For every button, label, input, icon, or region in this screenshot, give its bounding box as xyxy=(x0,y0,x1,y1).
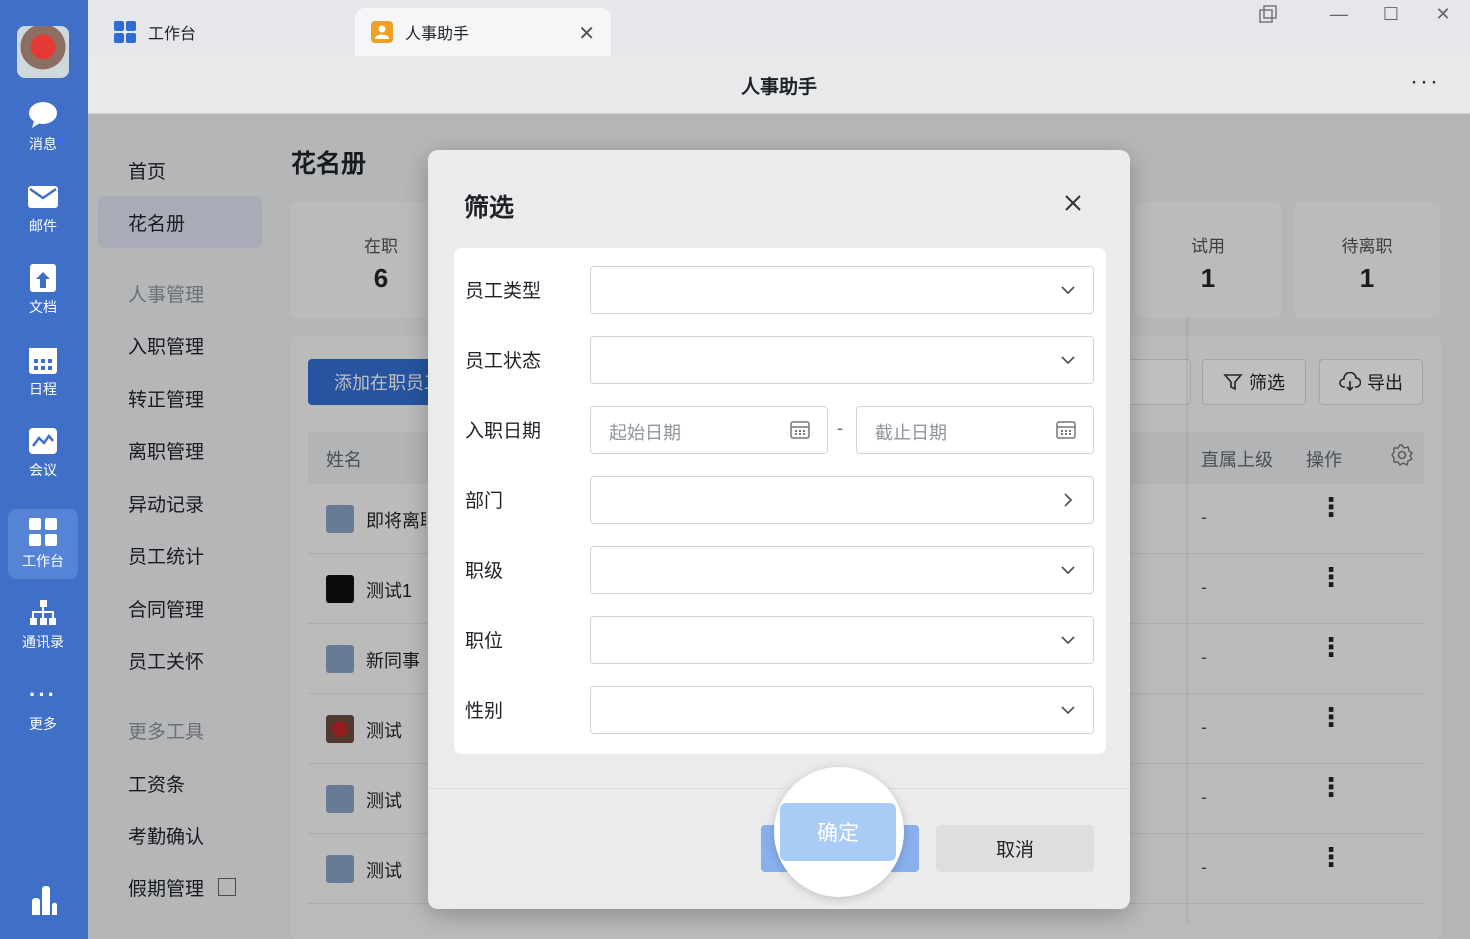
calendar-icon xyxy=(28,345,58,375)
rail-item-workbench[interactable]: 工作台 xyxy=(8,509,78,579)
chevron-down-icon xyxy=(1061,286,1075,295)
user-avatar[interactable] xyxy=(17,26,69,78)
field-position: 职位 xyxy=(454,616,1106,664)
field-label: 员工状态 xyxy=(465,351,542,372)
close-icon[interactable] xyxy=(1058,188,1088,218)
tab-workbench[interactable]: 工作台 xyxy=(98,8,348,56)
stats-icon[interactable] xyxy=(30,885,58,915)
workbench-icon xyxy=(114,21,136,43)
rail-label: 会议 xyxy=(29,462,57,478)
filter-dialog: 筛选 员工类型 员工状态 入职日期 起始日期 - 截止日期 部门 职级 职位 性… xyxy=(428,150,1130,909)
more-icon: ··· xyxy=(29,682,57,707)
tab-label: 工作台 xyxy=(148,26,197,43)
rail-label: 文档 xyxy=(29,299,57,315)
close-window-icon[interactable]: ✕ xyxy=(1428,2,1458,26)
rail-item-docs[interactable]: 文档 xyxy=(8,255,78,325)
employee-type-select[interactable] xyxy=(590,266,1094,314)
field-label: 入职日期 xyxy=(465,421,542,442)
confirm-button[interactable]: 确定 xyxy=(780,803,896,861)
end-date-input[interactable]: 截止日期 xyxy=(856,406,1094,454)
cancel-button[interactable]: 取消 xyxy=(936,825,1094,872)
modal-backdrop-header xyxy=(88,56,1470,114)
field-label: 性别 xyxy=(465,701,504,722)
start-date-input[interactable]: 起始日期 xyxy=(590,406,828,454)
dialog-divider xyxy=(428,788,1130,789)
field-label: 部门 xyxy=(465,491,504,512)
field-hire-date: 入职日期 起始日期 - 截止日期 xyxy=(454,406,1106,454)
date-separator: - xyxy=(837,418,843,438)
close-tab-icon[interactable]: ✕ xyxy=(578,21,595,46)
chevron-right-icon xyxy=(1064,493,1073,507)
rail-label: 工作台 xyxy=(22,553,64,569)
mail-icon xyxy=(28,182,58,212)
maximize-icon[interactable]: ☐ xyxy=(1376,2,1406,26)
gender-select[interactable] xyxy=(590,686,1094,734)
hr-assistant-icon xyxy=(371,21,393,43)
rail-label: 邮件 xyxy=(29,218,57,234)
field-gender: 性别 xyxy=(454,686,1106,734)
docs-icon xyxy=(28,263,58,293)
app-rail: 消息 邮件 文档 日程 会议 工作台 通讯录 ··· 更多 xyxy=(0,0,88,939)
chevron-down-icon xyxy=(1061,706,1075,715)
field-label: 职位 xyxy=(465,631,504,652)
rail-item-messages[interactable]: 消息 xyxy=(8,92,78,162)
rail-item-meeting[interactable]: 会议 xyxy=(8,418,78,488)
rank-select[interactable] xyxy=(590,546,1094,594)
chevron-down-icon xyxy=(1061,566,1075,575)
rail-label: 日程 xyxy=(29,381,57,397)
rail-item-contacts[interactable]: 通讯录 xyxy=(8,590,78,660)
field-employee-type: 员工类型 xyxy=(454,266,1106,314)
minimize-icon[interactable]: — xyxy=(1324,2,1354,26)
field-label: 职级 xyxy=(465,561,504,582)
meeting-icon xyxy=(28,426,58,456)
tab-hr-assistant[interactable]: 人事助手 ✕ xyxy=(355,8,611,56)
tab-bar: 工作台 人事助手 ✕ — ☐ ✕ xyxy=(88,0,1470,56)
end-date-placeholder: 截止日期 xyxy=(875,423,947,443)
department-picker[interactable] xyxy=(590,476,1094,524)
tab-label: 人事助手 xyxy=(405,26,470,43)
filter-form: 员工类型 员工状态 入职日期 起始日期 - 截止日期 部门 职级 职位 性别 xyxy=(454,248,1106,754)
field-rank: 职级 xyxy=(454,546,1106,594)
popout-icon[interactable] xyxy=(1253,2,1283,26)
field-label: 员工类型 xyxy=(465,281,542,302)
chevron-down-icon xyxy=(1061,356,1075,365)
position-select[interactable] xyxy=(590,616,1094,664)
chevron-down-icon xyxy=(1061,636,1075,645)
field-employee-status: 员工状态 xyxy=(454,336,1106,384)
contacts-icon xyxy=(28,598,58,628)
rail-item-calendar[interactable]: 日程 xyxy=(8,337,78,407)
dialog-title: 筛选 xyxy=(464,194,515,222)
rail-item-mail[interactable]: 邮件 xyxy=(8,174,78,244)
rail-label: 更多 xyxy=(29,716,57,732)
rail-item-more[interactable]: ··· 更多 xyxy=(8,672,78,742)
rail-label: 通讯录 xyxy=(22,634,64,650)
chat-icon xyxy=(28,100,58,130)
field-department: 部门 xyxy=(454,476,1106,524)
start-date-placeholder: 起始日期 xyxy=(609,423,681,443)
employee-status-select[interactable] xyxy=(590,336,1094,384)
calendar-icon xyxy=(790,421,810,439)
rail-label: 消息 xyxy=(29,136,57,152)
workbench-icon xyxy=(28,517,58,547)
calendar-icon xyxy=(1056,421,1076,439)
